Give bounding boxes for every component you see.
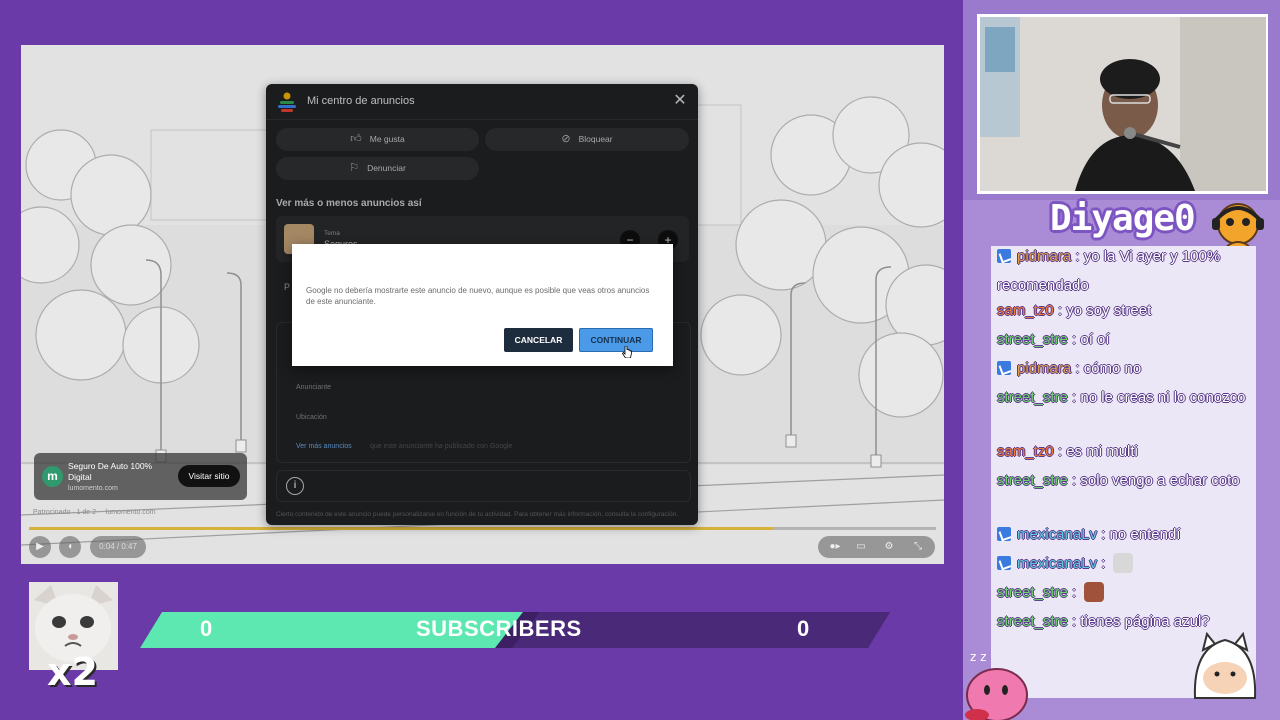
subscribers-label: SUBSCRIBERS xyxy=(416,616,582,641)
chat-message: pidmara : cómo no xyxy=(997,354,1255,383)
confirm-dialog: Google no debería mostrarte este anuncio… xyxy=(292,244,673,366)
chat-text: : oí oí xyxy=(1067,331,1110,348)
right-controls: ●▸ ▭ ⚙ ⤡ xyxy=(818,536,935,558)
chat-text: : es mi multi xyxy=(1053,443,1138,460)
toggle-icon: ●▸ xyxy=(829,541,841,552)
chat-emote-icon xyxy=(1113,553,1134,573)
chat-text: : no le creas ni lo conozco xyxy=(1067,389,1246,406)
subscribers-left-count: 0 xyxy=(200,616,213,641)
chat-emote-icon xyxy=(1084,582,1105,602)
chat-message: sam_tz0 : yo soy street xyxy=(997,296,1255,325)
chat-username[interactable]: pidmara xyxy=(1017,248,1071,265)
chat-message: sam_tz0 : es mi multi xyxy=(997,437,1255,466)
ad-title: Seguro De Auto 100% Digital xyxy=(68,461,153,482)
subscribers-right-count: 0 xyxy=(797,616,810,641)
webcam-feed xyxy=(980,17,1266,191)
time-display: 0:04 / 0:47 xyxy=(90,536,146,558)
verified-badge-icon xyxy=(997,249,1011,263)
finn-sticker xyxy=(1193,631,1257,699)
chat-username[interactable]: mexicanaLv xyxy=(1017,555,1097,572)
fullscreen-button[interactable]: ⤡ xyxy=(907,536,929,558)
chat-username[interactable]: street_stre xyxy=(997,331,1068,348)
confirm-message: Google no debería mostrarte este anuncio… xyxy=(306,286,650,306)
ad-overlay-card[interactable]: m Seguro De Auto 100% Digital lumomento.… xyxy=(34,453,247,500)
verified-badge-icon xyxy=(997,361,1011,375)
chat-message: mexicanaLv : xyxy=(997,549,1255,578)
captions-button[interactable]: ▭ xyxy=(850,536,872,558)
chat-message: mexicanaLv : no entendí xyxy=(997,520,1255,549)
captions-icon: ▭ xyxy=(856,541,866,552)
chat-text: : xyxy=(1097,555,1106,572)
volume-icon: ◖ xyxy=(66,541,74,552)
chat-message: pidmara : yo la Vi ayer y 100% recomenda… xyxy=(997,242,1255,300)
chat-message: street_stre : solo vengo a echar coto xyxy=(997,466,1255,495)
chat-username[interactable]: mexicanaLv xyxy=(1017,526,1097,543)
autoplay-toggle[interactable]: ●▸ xyxy=(824,536,846,558)
chat-text: : cómo no xyxy=(1071,360,1142,377)
fullscreen-exit-icon: ⤡ xyxy=(914,541,922,552)
chat-text: : yo soy street xyxy=(1053,302,1152,319)
chat-message: street_stre : oí oí xyxy=(997,325,1255,354)
chat-text: : solo vengo a echar coto xyxy=(1067,472,1240,489)
verified-badge-icon xyxy=(997,527,1011,541)
progress-fill xyxy=(29,527,773,530)
ad-meta-text: Patrocinado · 1 de 2 lumomento.com xyxy=(33,509,156,516)
chat-text: : no entendí xyxy=(1097,526,1181,543)
ad-domain: lumomento.com xyxy=(68,485,118,492)
settings-button[interactable]: ⚙ xyxy=(878,536,900,558)
play-button[interactable]: ▶ xyxy=(29,536,51,558)
volume-button[interactable]: ◖ xyxy=(59,536,81,558)
chat-message: street_stre : no le creas ni lo conozco xyxy=(997,383,1255,412)
chat-username[interactable]: street_stre xyxy=(997,613,1068,630)
chat-username[interactable]: street_stre xyxy=(997,584,1068,601)
play-icon: ▶ xyxy=(36,541,44,552)
chat-username[interactable]: street_stre xyxy=(997,472,1068,489)
cancel-button[interactable]: CANCELAR xyxy=(504,328,573,352)
chat-username[interactable]: pidmara xyxy=(1017,360,1071,377)
chat-username[interactable]: sam_tz0 xyxy=(997,302,1054,319)
chat-username[interactable]: sam_tz0 xyxy=(997,443,1054,460)
streamer-name: Diyage0 xyxy=(1050,198,1196,239)
advertiser-logo: m xyxy=(42,466,63,487)
emote-multiplier: x2 xyxy=(47,650,98,694)
chat-text: : xyxy=(1067,584,1077,601)
chat-message: street_stre : xyxy=(997,578,1255,607)
progress-bar[interactable] xyxy=(29,527,936,530)
settings-icon: ⚙ xyxy=(884,541,894,552)
cursor-icon xyxy=(622,346,632,358)
chat-username[interactable]: street_stre xyxy=(997,389,1068,406)
svg-text:z z: z z xyxy=(970,650,986,664)
visit-site-button[interactable]: Visitar sitio xyxy=(178,465,240,487)
kirby-sticker: z z xyxy=(965,650,1028,720)
verified-badge-icon xyxy=(997,556,1011,570)
continue-button[interactable]: CONTINUAR xyxy=(579,328,653,352)
